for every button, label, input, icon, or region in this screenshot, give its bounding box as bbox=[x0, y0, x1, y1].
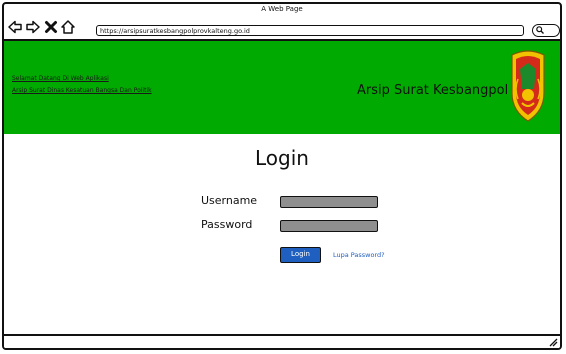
welcome-text: Selamat Datang Di Web Aplikasi Arsip Sur… bbox=[12, 73, 152, 97]
search-box[interactable] bbox=[532, 24, 560, 37]
home-icon[interactable] bbox=[61, 20, 75, 34]
window-title: A Web Page bbox=[261, 5, 303, 13]
welcome-line-2[interactable]: Arsip Surat Dinas Kesatuan Bangsa Dan Po… bbox=[12, 85, 152, 97]
header-banner: Selamat Datang Di Web Aplikasi Arsip Sur… bbox=[4, 41, 560, 134]
welcome-line-1[interactable]: Selamat Datang Di Web Aplikasi bbox=[12, 73, 152, 85]
kalteng-emblem-logo bbox=[511, 50, 545, 122]
username-input[interactable] bbox=[280, 196, 378, 208]
login-title: Login bbox=[255, 146, 309, 170]
search-icon bbox=[536, 26, 544, 34]
password-input[interactable] bbox=[280, 220, 378, 232]
password-label: Password bbox=[201, 218, 253, 231]
status-bar bbox=[4, 334, 560, 348]
browser-toolbar: https://arsipsuratkesbangpolprovkalteng.… bbox=[4, 14, 560, 40]
resize-handle-icon[interactable] bbox=[548, 337, 558, 347]
login-button[interactable]: Login bbox=[280, 247, 321, 263]
site-title: Arsip Surat Kesbangpol bbox=[357, 83, 509, 98]
close-icon[interactable] bbox=[44, 20, 58, 34]
browser-window: A Web Page https://arsipsuratkesbangpolp… bbox=[2, 2, 562, 350]
address-bar[interactable]: https://arsipsuratkesbangpolprovkalteng.… bbox=[96, 25, 524, 36]
username-label: Username bbox=[201, 194, 258, 207]
back-arrow-icon[interactable] bbox=[8, 20, 22, 34]
forward-arrow-icon[interactable] bbox=[26, 20, 40, 34]
forgot-password-link[interactable]: Lupa Password? bbox=[333, 251, 385, 259]
